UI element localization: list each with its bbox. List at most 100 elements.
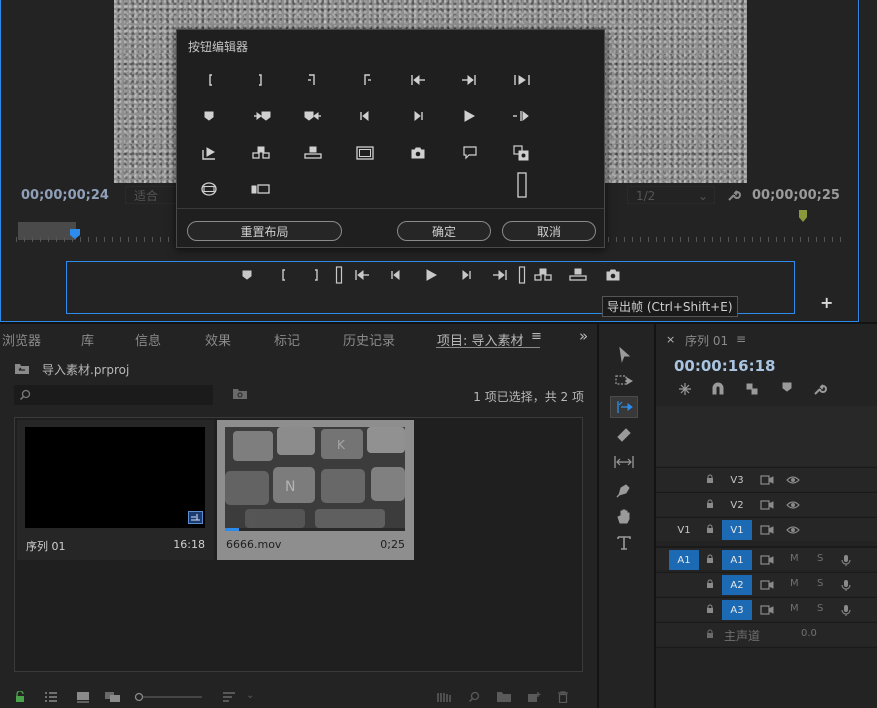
panel-menu-icon[interactable]: ≡ [736, 332, 746, 346]
nest-toggle-icon[interactable] [678, 382, 692, 396]
go-to-in-icon[interactable] [406, 70, 430, 90]
mark-in-button[interactable] [273, 266, 295, 284]
mark-out-icon[interactable] [248, 70, 272, 90]
track-a2[interactable]: A2 M S [656, 572, 877, 596]
source-patch-a1[interactable]: A1 [669, 550, 699, 570]
source-patch-v1[interactable]: V1 [669, 520, 699, 540]
razor-tool[interactable] [610, 424, 638, 446]
safe-margins-icon[interactable] [353, 143, 377, 163]
track-label[interactable]: V1 [722, 520, 752, 540]
master-volume[interactable]: 0.0 [801, 628, 817, 639]
mute-button[interactable]: M [790, 578, 799, 589]
step-back-button[interactable] [385, 266, 407, 284]
sync-lock-icon[interactable] [760, 524, 774, 536]
snap-icon[interactable] [711, 382, 725, 396]
step-forward-button[interactable] [455, 266, 477, 284]
slip-tool[interactable] [610, 451, 638, 473]
project-item-sequence[interactable]: 序列 01 16:18 [17, 420, 214, 560]
go-to-in-button[interactable] [351, 266, 373, 284]
end-marker[interactable] [799, 210, 807, 222]
mute-button[interactable]: M [790, 553, 799, 564]
overflow-icon[interactable]: » [579, 327, 588, 345]
go-to-next-marker-icon[interactable] [250, 106, 274, 126]
hand-tool[interactable] [610, 505, 638, 527]
linked-selection-icon[interactable] [745, 382, 759, 396]
add-button[interactable]: + [820, 293, 833, 312]
lift-button[interactable] [532, 266, 554, 284]
mark-out-button[interactable] [305, 266, 327, 284]
track-v1[interactable]: V1 V1 [656, 517, 877, 541]
project-item-video[interactable]: N K 6666.mov 0;25 [217, 420, 414, 560]
tab-info[interactable]: 信息 [135, 330, 161, 349]
ripple-edit-tool[interactable] [610, 396, 638, 418]
type-tool[interactable] [610, 532, 638, 554]
play-in-to-out-icon[interactable] [510, 70, 534, 90]
proxy-toggle-icon[interactable] [249, 179, 273, 199]
new-bin-icon[interactable] [496, 691, 511, 703]
tab-browser[interactable]: 浏览器 [2, 330, 41, 349]
step-back-icon[interactable] [353, 106, 377, 126]
wrench-icon[interactable] [727, 188, 741, 202]
new-item-icon[interactable] [527, 691, 541, 703]
step-forward-icon[interactable] [406, 106, 430, 126]
track-a1[interactable]: A1 A1 M S [656, 546, 877, 570]
add-marker-icon[interactable] [197, 106, 221, 126]
vr-video-icon[interactable] [197, 179, 221, 199]
search-input[interactable] [14, 385, 213, 405]
reset-layout-button[interactable]: 重置布局 [187, 221, 342, 241]
playhead-timecode[interactable]: 00;00;00;24 [21, 188, 109, 203]
solo-button[interactable]: S [817, 553, 823, 564]
resolution-dropdown[interactable]: 1/2 ⌄ [627, 186, 715, 204]
loop-playback-icon[interactable] [197, 143, 221, 163]
track-a3[interactable]: A3 M S [656, 597, 877, 621]
mark-clip-out-icon[interactable] [300, 70, 324, 90]
find-icon[interactable] [468, 691, 482, 703]
go-to-out-button[interactable] [489, 266, 511, 284]
track-label[interactable]: A3 [722, 600, 752, 620]
play-around-icon[interactable] [509, 106, 533, 126]
zoom-slider[interactable] [134, 692, 204, 702]
solo-button[interactable]: S [817, 603, 823, 614]
wrench-icon[interactable] [813, 382, 827, 396]
track-label[interactable]: V2 [722, 495, 752, 515]
chevron-down-icon[interactable]: ⌄ [246, 690, 260, 702]
timeline-ruler-area[interactable] [656, 406, 877, 466]
add-marker-button[interactable] [236, 266, 258, 284]
panel-menu-icon[interactable]: ≡ [531, 329, 542, 344]
microphone-icon[interactable] [841, 604, 855, 616]
list-view-icon[interactable] [44, 691, 58, 703]
automate-to-sequence-icon[interactable] [436, 691, 451, 703]
mute-button[interactable]: M [790, 603, 799, 614]
close-icon[interactable]: × [666, 333, 675, 346]
camera-icon[interactable] [602, 266, 624, 284]
spacer-icon[interactable] [510, 172, 534, 198]
mark-in-icon[interactable] [199, 70, 223, 90]
lock-icon[interactable] [15, 691, 29, 703]
lift-icon[interactable] [249, 143, 273, 163]
play-button[interactable] [420, 266, 442, 284]
ok-button[interactable]: 确定 [397, 221, 491, 241]
eye-icon[interactable] [786, 499, 800, 511]
solo-button[interactable]: S [817, 578, 823, 589]
play-icon[interactable] [457, 106, 481, 126]
track-v2[interactable]: V2 [656, 492, 877, 516]
microphone-icon[interactable] [841, 579, 855, 591]
eye-icon[interactable] [786, 524, 800, 536]
sync-lock-icon[interactable] [760, 554, 774, 566]
pen-tool[interactable] [610, 479, 638, 501]
tab-effects[interactable]: 效果 [205, 330, 231, 349]
timeline-timecode[interactable]: 00:00:16:18 [674, 357, 776, 375]
eye-icon[interactable] [786, 474, 800, 486]
freeform-view-icon[interactable] [104, 691, 120, 703]
extract-icon[interactable] [301, 143, 325, 163]
tab-markers[interactable]: 标记 [274, 330, 300, 349]
spacer-button[interactable] [328, 266, 350, 284]
mark-clip-in-icon[interactable] [355, 70, 379, 90]
icon-view-icon[interactable] [76, 691, 90, 703]
sync-lock-icon[interactable] [760, 579, 774, 591]
track-select-tool[interactable] [610, 370, 638, 392]
sync-lock-icon[interactable] [760, 604, 774, 616]
go-to-prev-marker-icon[interactable] [301, 106, 325, 126]
tab-history[interactable]: 历史记录 [343, 330, 395, 349]
multi-camera-icon[interactable] [509, 143, 533, 163]
